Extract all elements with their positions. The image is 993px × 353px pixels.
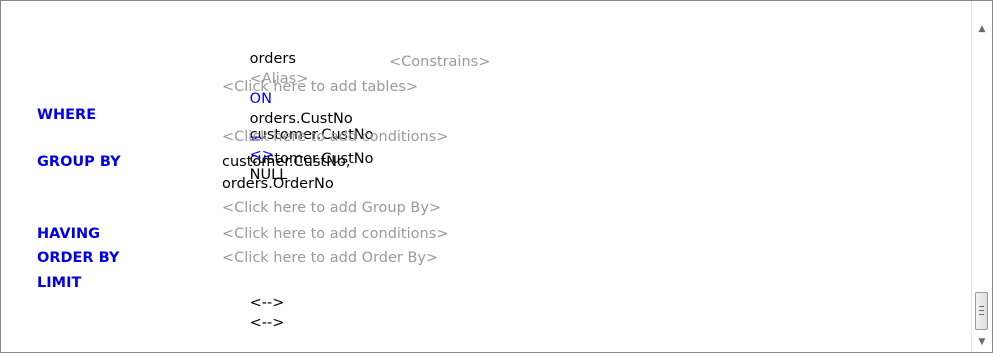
arrow-down-icon[interactable]: ▼ [972, 334, 992, 350]
having-keyword: HAVING [37, 226, 101, 242]
group-by-item[interactable]: customer.CustNo, [222, 152, 350, 172]
group-by-keyword: GROUP BY [37, 154, 121, 170]
scrollbar-thumb[interactable] [975, 292, 988, 330]
where-condition: customer.CustNo <> NULL [222, 105, 374, 183]
order-by-keyword: ORDER BY [37, 250, 120, 266]
join-row: orders <Alias> ON orders.CustNo = custom… [222, 29, 374, 167]
vertical-scrollbar[interactable]: ▲ ▼ [971, 1, 992, 352]
limit-value-1[interactable]: <--> [250, 295, 285, 311]
sql-query-editor[interactable]: orders <Alias> ON orders.CustNo = custom… [0, 0, 993, 353]
join-table[interactable]: orders [250, 51, 296, 67]
add-tables-hint[interactable]: <Click here to add tables> [222, 77, 418, 97]
grip-line-icon [979, 306, 984, 307]
grip-line-icon [979, 310, 984, 311]
order-by-add-hint[interactable]: <Click here to add Order By> [222, 248, 438, 268]
limit-values: <--> <--> [222, 273, 285, 331]
where-keyword: WHERE [37, 107, 97, 123]
limit-value-2[interactable]: <--> [250, 315, 285, 331]
where-add-conditions-hint[interactable]: <Click here to add conditions> [222, 127, 448, 147]
group-by-item[interactable]: orders.OrderNo [222, 174, 334, 194]
group-by-add-hint[interactable]: <Click here to add Group By> [222, 198, 441, 218]
having-add-conditions-hint[interactable]: <Click here to add conditions> [222, 224, 448, 244]
query-content: orders <Alias> ON orders.CustNo = custom… [9, 1, 966, 352]
grip-line-icon [979, 314, 984, 315]
limit-keyword: LIMIT [37, 275, 82, 291]
constrains-hint[interactable]: <Constrains> [389, 52, 490, 72]
arrow-up-icon[interactable]: ▲ [972, 21, 992, 37]
